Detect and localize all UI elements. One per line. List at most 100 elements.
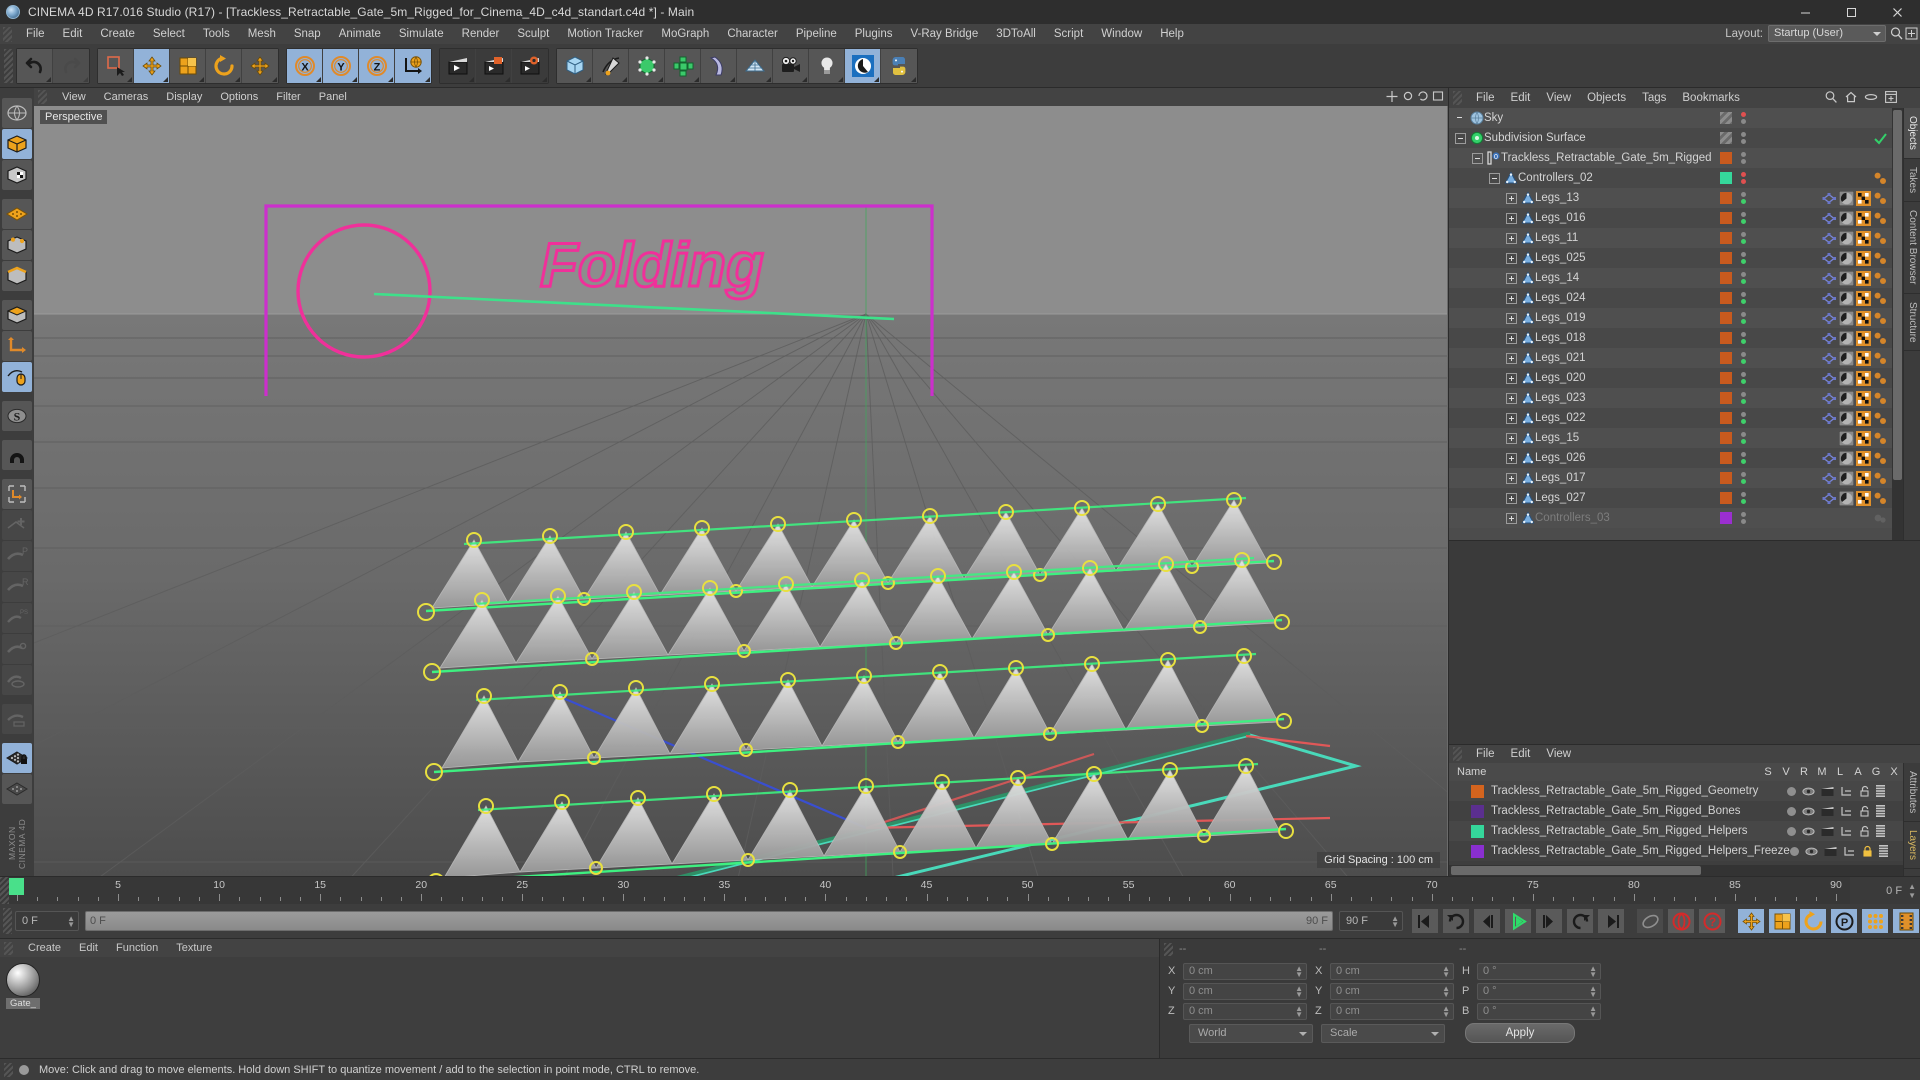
- spinner-icon[interactable]: ▲ ▼: [1295, 984, 1303, 998]
- autokeying-button[interactable]: [2, 665, 32, 695]
- spinner-icon[interactable]: ▲ ▼: [1589, 984, 1597, 998]
- polygon-mode-button[interactable]: [2, 300, 32, 330]
- side-tab-layers[interactable]: Layers: [1904, 822, 1920, 870]
- layer-col-V[interactable]: V: [1777, 766, 1795, 778]
- layer-menu-view[interactable]: View: [1538, 744, 1579, 764]
- spinner-icon[interactable]: ▲ ▼: [67, 915, 75, 929]
- menu-snap[interactable]: Snap: [285, 24, 330, 44]
- tree-expander[interactable]: [1506, 512, 1517, 524]
- position-y-input[interactable]: 0 cm ▲ ▼: [1183, 982, 1307, 1000]
- layer-col-S[interactable]: S: [1759, 766, 1777, 778]
- previous-key-button[interactable]: [1442, 908, 1470, 934]
- layer-color-swatch[interactable]: [1471, 824, 1484, 838]
- material-sphere-icon[interactable]: [1839, 470, 1854, 486]
- checker-icon[interactable]: [1856, 290, 1871, 306]
- next-key-button[interactable]: [1566, 908, 1594, 934]
- maximize-button[interactable]: [1828, 0, 1874, 24]
- home-icon[interactable]: [1844, 90, 1858, 104]
- material-menu-create[interactable]: Create: [19, 939, 70, 957]
- menu-mesh[interactable]: Mesh: [239, 24, 285, 44]
- object-layer-swatch[interactable]: [1720, 372, 1732, 384]
- dot-pair-icon[interactable]: [1873, 431, 1888, 446]
- object-row[interactable]: Legs_016: [1449, 208, 1892, 228]
- record-point-button[interactable]: [2, 634, 32, 664]
- object-axis-button[interactable]: [2, 331, 32, 361]
- layer-row[interactable]: Trackless_Retractable_Gate_5m_Rigged_Hel…: [1449, 841, 1903, 861]
- lock-open-icon[interactable]: [1859, 825, 1870, 837]
- menu-render[interactable]: Render: [453, 24, 509, 44]
- object-row[interactable]: Subdivision Surface: [1449, 128, 1892, 148]
- object-row[interactable]: Legs_022: [1449, 408, 1892, 428]
- animation-bars-icon[interactable]: [1878, 845, 1888, 857]
- object-row[interactable]: 0 Trackless_Retractable_Gate_5m_Rigged: [1449, 148, 1892, 168]
- add-panel-icon[interactable]: [1904, 26, 1919, 41]
- object-row[interactable]: Legs_13: [1449, 188, 1892, 208]
- visibility-dots[interactable]: [1741, 408, 1746, 428]
- object-layer-swatch[interactable]: [1720, 232, 1732, 244]
- menu-v-ray-bridge[interactable]: V-Ray Bridge: [901, 24, 987, 44]
- lock-workplane-button[interactable]: [2, 743, 32, 773]
- menu-simulate[interactable]: Simulate: [390, 24, 453, 44]
- checker-icon[interactable]: [1856, 390, 1871, 406]
- layer-color-swatch[interactable]: [1471, 844, 1484, 858]
- layer-row[interactable]: Trackless_Retractable_Gate_5m_Rigged_Bon…: [1449, 801, 1903, 821]
- autokeying-button[interactable]: [1667, 908, 1695, 934]
- object-layer-swatch[interactable]: [1720, 312, 1732, 324]
- menu-create[interactable]: Create: [91, 24, 144, 44]
- object-manager[interactable]: Sky Subdivision Surface 0 Trackless_Retr…: [1449, 108, 1920, 540]
- object-row[interactable]: Legs_019: [1449, 308, 1892, 328]
- workplane-extra-button[interactable]: [2, 774, 32, 804]
- side-tab-objects[interactable]: Objects: [1904, 108, 1920, 159]
- spinner-icon[interactable]: ▲ ▼: [1442, 1004, 1450, 1018]
- animation-bars-icon[interactable]: [1876, 805, 1885, 817]
- object-layer-swatch[interactable]: [1720, 172, 1732, 184]
- position-x-input[interactable]: 0 cm ▲ ▼: [1183, 962, 1307, 980]
- tree-expander[interactable]: [1506, 272, 1517, 284]
- layer-manager[interactable]: File Edit View Name S V R M L A G X Trackless_Retr…: [1449, 744, 1920, 876]
- layer-row[interactable]: Trackless_Retractable_Gate_5m_Rigged_Hel…: [1449, 821, 1903, 841]
- side-tab-takes[interactable]: Takes: [1904, 159, 1920, 203]
- menu-character[interactable]: Character: [718, 24, 787, 44]
- goto-end-button[interactable]: [1597, 908, 1625, 934]
- object-menu-tags[interactable]: Tags: [1634, 88, 1674, 108]
- visibility-dots[interactable]: [1741, 248, 1746, 268]
- animation-bars-icon[interactable]: [1876, 785, 1885, 797]
- add-camera-button[interactable]: [773, 48, 809, 83]
- tree-expander[interactable]: [1506, 392, 1517, 404]
- add-generator-button[interactable]: [629, 48, 665, 83]
- visibility-dots[interactable]: [1741, 108, 1746, 128]
- menu-sculpt[interactable]: Sculpt: [508, 24, 558, 44]
- constraint-icon[interactable]: [1822, 271, 1837, 286]
- material-sphere-icon[interactable]: [1839, 410, 1854, 426]
- solo-dot-icon[interactable]: [1787, 826, 1796, 836]
- object-row[interactable]: Controllers_02: [1449, 168, 1892, 188]
- search-icon[interactable]: [1889, 26, 1904, 41]
- model-mode-button[interactable]: [2, 129, 32, 159]
- rotation-h-input[interactable]: 0 ° ▲ ▼: [1477, 962, 1601, 980]
- workplane-mode-button[interactable]: [2, 199, 32, 229]
- tree-expander[interactable]: [1506, 432, 1517, 444]
- menu-file[interactable]: File: [17, 24, 54, 44]
- end-frame-input[interactable]: 90 F ▲ ▼: [1339, 911, 1403, 931]
- current-frame-input[interactable]: 0 F ▲ ▼: [15, 911, 79, 931]
- record-scale-button[interactable]: [1768, 908, 1796, 934]
- solo-dot-icon[interactable]: [1789, 846, 1799, 856]
- close-button[interactable]: [1874, 0, 1920, 24]
- record-param-button[interactable]: P: [1830, 908, 1858, 934]
- material-sphere-icon[interactable]: [1839, 350, 1854, 366]
- tree-expander[interactable]: [1506, 312, 1517, 324]
- dot-pair-icon[interactable]: [1873, 191, 1888, 206]
- texture-mode-button[interactable]: [2, 160, 32, 190]
- snap-button[interactable]: S: [2, 401, 32, 431]
- attribute-manager-area[interactable]: [1449, 540, 1920, 744]
- object-layer-swatch[interactable]: [1720, 252, 1732, 264]
- workplane-lock-button[interactable]: [2, 479, 32, 509]
- object-layer-swatch[interactable]: [1720, 132, 1732, 144]
- constraint-icon[interactable]: [1822, 331, 1837, 346]
- object-layer-swatch[interactable]: [1720, 472, 1732, 484]
- layer-col-name[interactable]: Name: [1449, 766, 1759, 778]
- render-view-button[interactable]: [440, 48, 476, 83]
- spinner-icon[interactable]: ▲ ▼: [1442, 984, 1450, 998]
- material-swatch-area[interactable]: Gate_: [0, 957, 1159, 1058]
- tree-expander[interactable]: [1506, 492, 1517, 504]
